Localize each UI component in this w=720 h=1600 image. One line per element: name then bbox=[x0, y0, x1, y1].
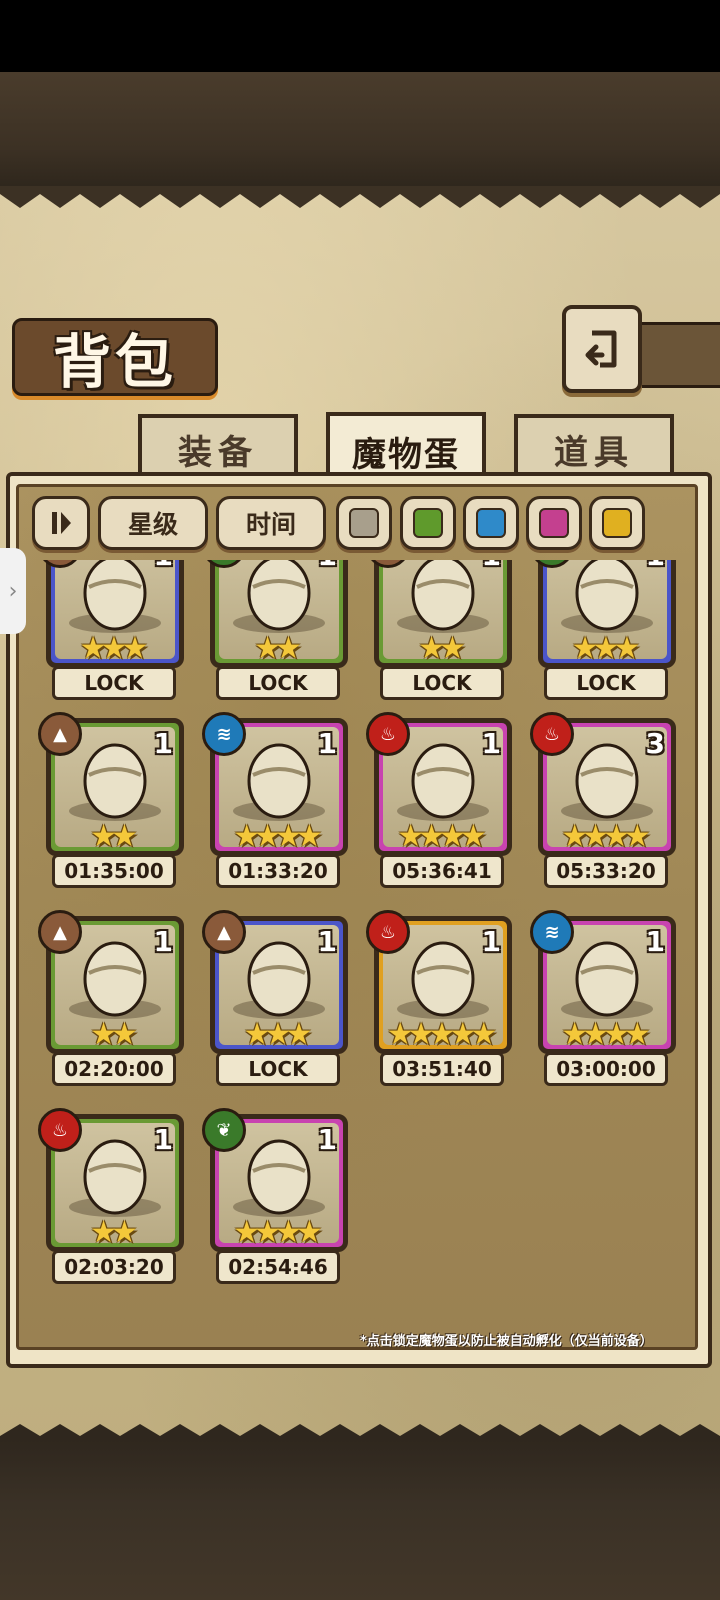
star-rating: ★★ bbox=[418, 631, 466, 666]
egg-status-label: LOCK bbox=[380, 666, 504, 700]
filter-green-button[interactable] bbox=[400, 496, 456, 550]
filter-blue-button[interactable] bbox=[463, 496, 519, 550]
star-rating: ★★★ bbox=[79, 631, 149, 666]
egg-count: 1 bbox=[646, 560, 665, 572]
egg-status-label: 03:00:00 bbox=[544, 1052, 668, 1086]
filter-gold-button[interactable] bbox=[589, 496, 645, 550]
star-rating: ★★ bbox=[90, 1017, 138, 1052]
water-element-icon: ≋ bbox=[530, 910, 574, 954]
star-rating: ★★★ bbox=[571, 631, 641, 666]
nature-element-icon: ❦ bbox=[202, 1108, 246, 1152]
egg-count: 1 bbox=[153, 1123, 173, 1156]
egg-card-frame: 1 ★★★ bbox=[538, 560, 676, 668]
egg-status-label: 05:36:41 bbox=[380, 854, 504, 888]
egg-status-label: LOCK bbox=[544, 666, 668, 700]
fire-element-icon: ♨ bbox=[366, 712, 410, 756]
page-title: 背包 bbox=[12, 318, 218, 396]
egg-count: 1 bbox=[154, 560, 173, 572]
star-rating: ★★★★ bbox=[561, 1017, 651, 1052]
star-rating: ★★ bbox=[254, 631, 302, 666]
star-rating: ★★ bbox=[90, 819, 138, 854]
egg-status-label: LOCK bbox=[52, 666, 176, 700]
egg-status-label: 01:35:00 bbox=[52, 854, 176, 888]
status-bar-area bbox=[0, 0, 720, 72]
return-arrow-icon bbox=[585, 330, 617, 368]
star-rating: ★★★★ bbox=[233, 819, 323, 854]
star-rating: ★★★★★ bbox=[386, 1017, 497, 1052]
egg-status-label: LOCK bbox=[216, 666, 340, 700]
star-rating: ★★★★ bbox=[561, 819, 651, 854]
sort-order-icon bbox=[52, 512, 71, 534]
lock-hint-note: *点击锁定魔物蛋以防止被自动孵化（仅当前设备） bbox=[360, 1334, 653, 1349]
earth-element-icon: ▲ bbox=[38, 712, 82, 756]
zigzag-border-top bbox=[0, 186, 720, 208]
egg-count: 1 bbox=[645, 925, 665, 958]
green-swatch bbox=[413, 508, 443, 538]
egg-status-label: 01:33:20 bbox=[216, 854, 340, 888]
egg-count: 1 bbox=[318, 560, 337, 572]
star-rating: ★★★★ bbox=[397, 819, 487, 854]
wood-background-top bbox=[0, 72, 720, 200]
egg-status-label: 02:03:20 bbox=[52, 1250, 176, 1284]
star-rating: ★★ bbox=[90, 1215, 138, 1250]
filter-gray-button[interactable] bbox=[336, 496, 392, 550]
egg-count: 1 bbox=[482, 560, 501, 572]
egg-count: 1 bbox=[317, 1123, 337, 1156]
star-rating: ★★★★ bbox=[233, 1215, 323, 1250]
blue-swatch bbox=[476, 508, 506, 538]
fire-element-icon: ♨ bbox=[366, 910, 410, 954]
fire-element-icon: ♨ bbox=[530, 712, 574, 756]
egg-card-frame: 1 ★★★ bbox=[46, 560, 184, 668]
water-element-icon: ≋ bbox=[202, 712, 246, 756]
egg-status-label: 05:33:20 bbox=[544, 854, 668, 888]
sort-by-time-button[interactable]: 时间 bbox=[216, 496, 326, 550]
back-button-rail bbox=[630, 322, 720, 388]
egg-status-label: 02:54:46 bbox=[216, 1250, 340, 1284]
egg-count: 1 bbox=[481, 925, 501, 958]
back-button[interactable] bbox=[562, 305, 642, 393]
gold-swatch bbox=[602, 508, 632, 538]
chevron-right-icon: › bbox=[8, 578, 18, 604]
fire-element-icon: ♨ bbox=[38, 1108, 82, 1152]
egg-count: 1 bbox=[317, 925, 337, 958]
filter-purple-button[interactable] bbox=[526, 496, 582, 550]
egg-count: 1 bbox=[153, 727, 173, 760]
sort-by-star-button[interactable]: 星级 bbox=[98, 496, 208, 550]
page-title-text: 背包 bbox=[52, 328, 177, 396]
egg-card-frame: 1 ★★ bbox=[210, 560, 348, 668]
egg-status-label: 03:51:40 bbox=[380, 1052, 504, 1086]
sort-order-button[interactable] bbox=[32, 496, 90, 550]
egg-count: 1 bbox=[481, 727, 501, 760]
egg-card-frame: 1 ★★ bbox=[374, 560, 512, 668]
star-rating: ★★★ bbox=[243, 1017, 313, 1052]
egg-status-label: 02:20:00 bbox=[52, 1052, 176, 1086]
egg-status-label: LOCK bbox=[216, 1052, 340, 1086]
egg-count: 3 bbox=[645, 727, 665, 760]
gray-swatch bbox=[349, 508, 379, 538]
purple-swatch bbox=[539, 508, 569, 538]
egg-count: 1 bbox=[317, 727, 337, 760]
earth-element-icon: ▲ bbox=[202, 910, 246, 954]
wood-background-bottom bbox=[0, 1440, 720, 1600]
egg-grid: 1★★★▲LOCK1★★❦LOCK1★★▲LOCK1★★★❦LOCK1★★▲01… bbox=[20, 560, 700, 1340]
earth-element-icon: ▲ bbox=[38, 910, 82, 954]
egg-count: 1 bbox=[153, 925, 173, 958]
